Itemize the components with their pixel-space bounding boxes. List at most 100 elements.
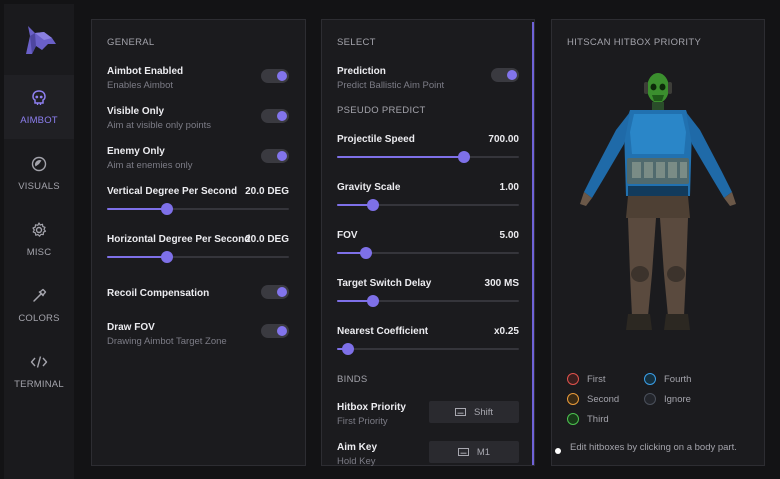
slider-thumb[interactable]	[161, 203, 174, 215]
enemy-only-toggle[interactable]	[261, 149, 289, 163]
row-title: Enemy Only	[107, 146, 165, 157]
hitbox-neck[interactable]	[652, 102, 664, 111]
gravity-scale-row: Gravity Scale 1.00	[337, 182, 519, 193]
toggle-knob	[277, 111, 287, 121]
legend-second[interactable]: Second	[567, 393, 619, 405]
gear-icon	[32, 221, 47, 237]
toggle-knob	[277, 287, 287, 297]
skull-icon	[32, 89, 46, 105]
key-label: M1	[476, 446, 491, 458]
row-value: 300 MS	[484, 278, 519, 289]
row-value: 20.0 DEG	[245, 186, 289, 197]
sidebar-item-aimbot[interactable]: AIMBOT	[4, 75, 74, 139]
hitbox-left-leg[interactable]	[626, 218, 656, 330]
hint-bullet	[555, 448, 561, 454]
row-value: 700.00	[488, 134, 519, 145]
panel-title: HITSCAN HITBOX PRIORITY	[567, 37, 702, 48]
sidebar-item-terminal[interactable]: TERMINAL	[4, 339, 74, 403]
projectile-speed-row: Projectile Speed 700.00	[337, 134, 519, 145]
row-title: Gravity Scale	[337, 182, 401, 193]
row-title: Visible Only	[107, 106, 165, 117]
slider-thumb[interactable]	[341, 343, 354, 355]
legend-label: Fourth	[664, 373, 692, 385]
aim-key-row: Aim Key Hold Key	[337, 442, 377, 467]
sidebar-item-label: VISUALS	[18, 180, 60, 192]
slider-fill	[337, 156, 465, 158]
row-subtitle: Predict Ballistic Aim Point	[337, 80, 445, 91]
target-switch-row: Target Switch Delay 300 MS	[337, 278, 519, 289]
dropper-icon	[33, 288, 47, 302]
row-title: FOV	[337, 230, 358, 241]
row-subtitle: First Priority	[337, 416, 388, 427]
sidebar-item-visuals[interactable]: VISUALS	[4, 141, 74, 205]
hitbox-torso[interactable]	[624, 110, 692, 196]
third-color-dot	[567, 413, 579, 425]
sidebar-item-label: COLORS	[18, 312, 60, 324]
legend-label: Second	[587, 393, 620, 405]
target-switch-slider[interactable]	[337, 295, 519, 307]
toggle-knob	[277, 151, 287, 161]
projectile-speed-slider[interactable]	[337, 151, 519, 163]
visible-only-toggle[interactable]	[261, 109, 289, 123]
slider-thumb[interactable]	[458, 151, 471, 163]
enemy-only-row: Enemy Only Aim at enemies only	[107, 146, 193, 171]
toggle-knob	[507, 70, 517, 80]
slider-fill	[107, 256, 168, 258]
hitbox-priority-row: Hitbox Priority First Priority	[337, 402, 406, 427]
visible-only-row: Visible Only Aim at visible only points	[107, 106, 211, 131]
row-value: 20.0 DEG	[245, 234, 289, 245]
aim-key-button[interactable]: M1	[429, 441, 519, 463]
hitbox-hint-text: Edit hitboxes by clicking on a body part…	[570, 442, 737, 453]
prediction-toggle[interactable]	[491, 68, 519, 82]
slider-fill	[107, 208, 168, 210]
legend-fourth[interactable]: Fourth	[644, 373, 691, 385]
recoil-toggle[interactable]	[261, 285, 289, 299]
slider-thumb[interactable]	[360, 247, 373, 259]
panel-title: SELECT	[337, 37, 376, 48]
row-subtitle: Aim at enemies only	[107, 160, 193, 171]
vertical-dps-slider[interactable]	[107, 203, 289, 215]
gravity-scale-slider[interactable]	[337, 199, 519, 211]
second-color-dot	[567, 393, 579, 405]
legend-first[interactable]: First	[567, 373, 605, 385]
character-model	[580, 73, 736, 330]
hitbox-pelvis[interactable]	[626, 196, 690, 218]
horizontal-dps-slider[interactable]	[107, 251, 289, 263]
sidebar: AIMBOT VISUALS MISC COLORS TERMINAL	[4, 4, 74, 479]
sidebar-item-label: AIMBOT	[20, 114, 58, 126]
keyboard-icon	[454, 408, 466, 416]
row-title: Nearest Coefficient	[337, 326, 429, 337]
draw-fov-toggle[interactable]	[261, 324, 289, 338]
hitbox-right-arm[interactable]	[686, 112, 736, 206]
slider-thumb[interactable]	[367, 295, 380, 307]
legend-ignore[interactable]: Ignore	[644, 393, 691, 405]
hitbox-left-arm[interactable]	[580, 112, 630, 206]
aimbot-enabled-row: Aimbot Enabled Enables Aimbot	[107, 66, 183, 91]
slider-thumb[interactable]	[367, 199, 380, 211]
toggle-knob	[277, 71, 287, 81]
row-value: x0.25	[493, 326, 519, 337]
legend-label: First	[587, 373, 606, 385]
sidebar-item-colors[interactable]: COLORS	[4, 273, 74, 337]
row-title: Aimbot Enabled	[107, 66, 184, 77]
aimbot-enabled-toggle[interactable]	[261, 69, 289, 83]
legend-label: Ignore	[664, 393, 691, 405]
fov-slider[interactable]	[337, 247, 519, 259]
vertical-dps-row: Vertical Degree Per Second 20.0 DEG	[107, 186, 289, 197]
hitbox-right-leg[interactable]	[660, 218, 690, 330]
first-color-dot	[567, 373, 579, 385]
hitbox-priority-key-button[interactable]: Shift	[429, 401, 519, 423]
section-title: PSEUDO PREDICT	[337, 105, 426, 116]
row-subtitle: Drawing Aimbot Target Zone	[107, 336, 227, 347]
key-label: Shift	[473, 406, 493, 418]
hitbox-head[interactable]	[644, 73, 672, 103]
legend-third[interactable]: Third	[567, 413, 609, 425]
select-panel-scrollbar[interactable]	[532, 22, 534, 465]
sidebar-item-misc[interactable]: MISC	[4, 207, 74, 271]
row-value: 5.00	[499, 230, 519, 241]
row-title: Aim Key	[337, 442, 378, 453]
row-subtitle: Enables Aimbot	[107, 80, 174, 91]
slider-thumb[interactable]	[161, 251, 174, 263]
ignore-color-dot	[644, 393, 656, 405]
nearest-coef-slider[interactable]	[337, 343, 519, 355]
